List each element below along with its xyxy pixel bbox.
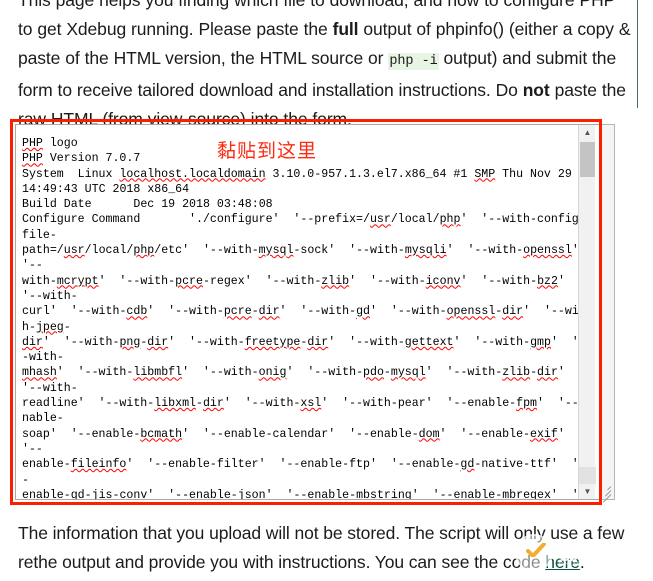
annotation-paste-here-label: 黏贴到这里 [217,140,318,162]
phpinfo-textarea-content[interactable]: PHP logo PHP Version 7.0.7 System Linux lo… [22,136,588,499]
scrollbar-corner [579,467,596,484]
scroll-down-arrow-icon[interactable]: ▼ [579,484,596,499]
textarea-resize-handle-icon[interactable] [598,482,613,503]
textarea-scrollbar[interactable]: ▲ ▼ [578,125,596,499]
content-right-border [637,0,638,108]
scroll-up-arrow-icon[interactable]: ▲ [579,125,596,140]
source-code-link[interactable]: here [545,552,580,572]
intro-paragraph: This page helps you finding which file t… [18,0,634,134]
outro-text-part2: the output and provide you with instruct… [33,552,546,572]
scrollbar-thumb[interactable] [580,142,595,177]
page-root: This page helps you finding which file t… [0,0,653,581]
inline-code-php-i: php -i [388,53,439,70]
phpinfo-textarea[interactable]: PHP logo PHP Version 7.0.7 System Linux lo… [15,124,600,500]
intro-bold-not: not [522,80,550,100]
outro-text-part3: . [579,552,585,572]
intro-bold-full: full [332,19,359,39]
outro-paragraph: The information that you upload will not… [18,519,643,577]
